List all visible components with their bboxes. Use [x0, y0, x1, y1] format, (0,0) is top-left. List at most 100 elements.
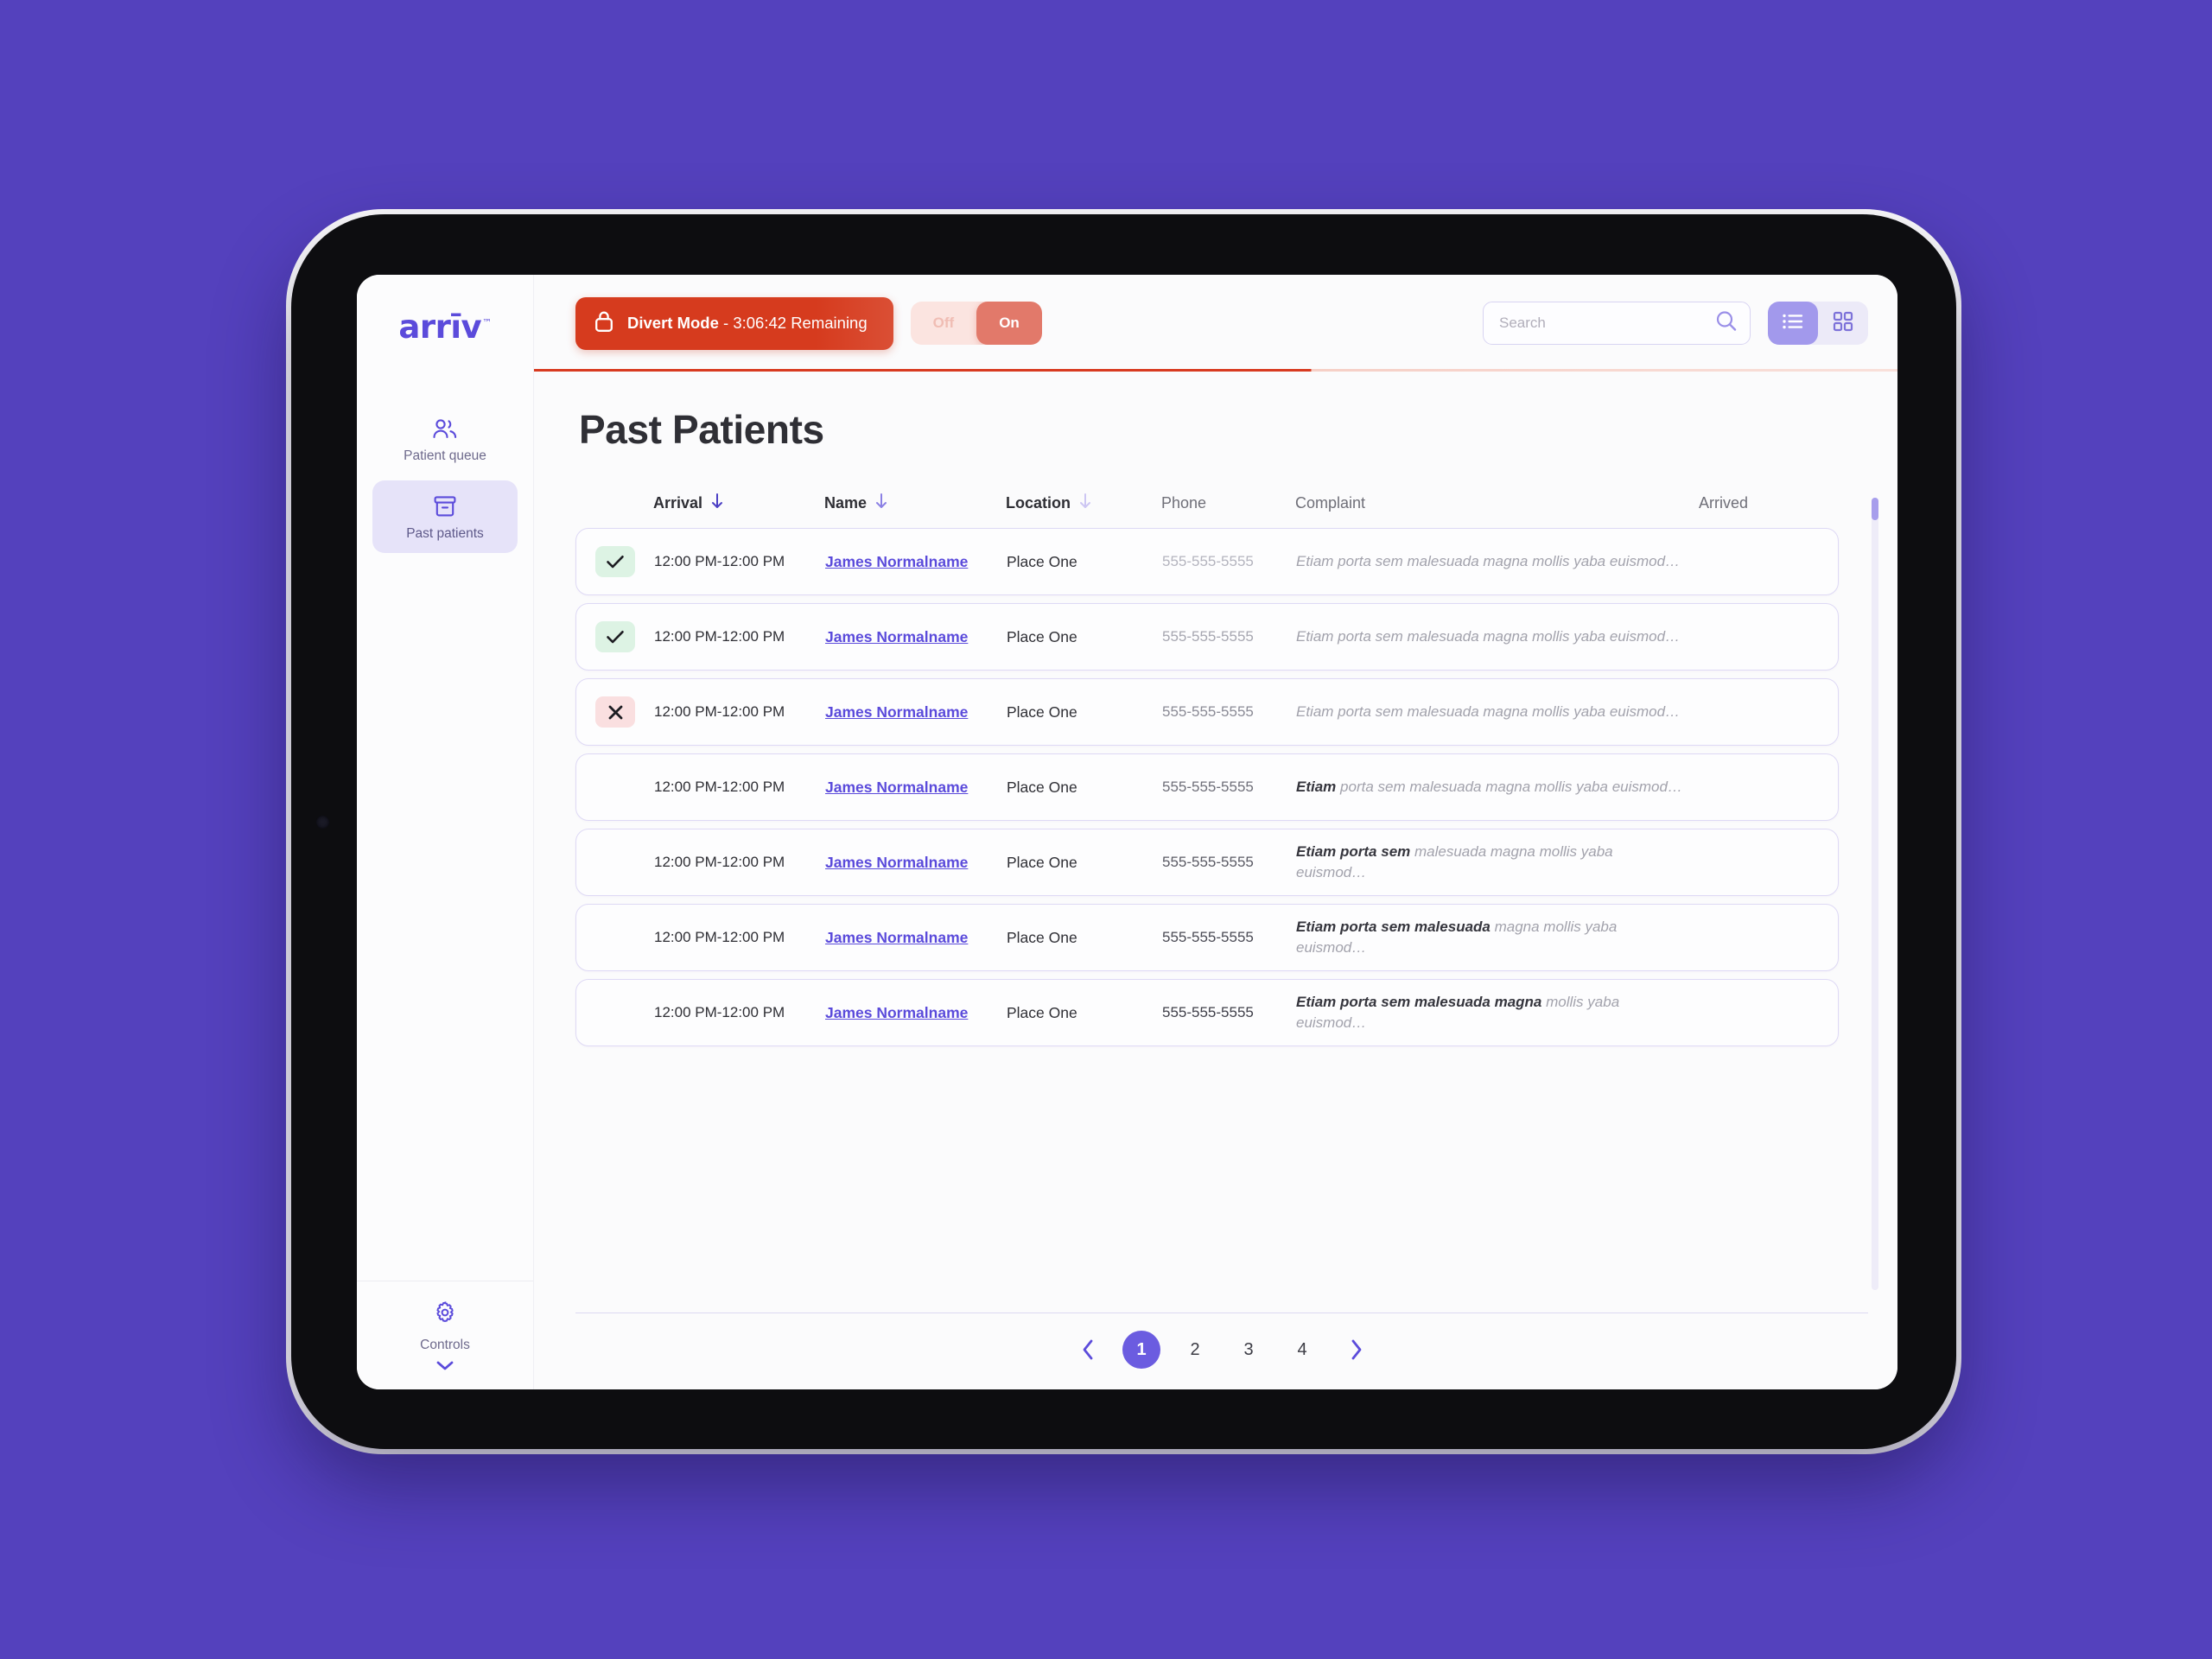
cell-name: James Normalname: [825, 703, 1007, 721]
trademark-symbol: ™: [482, 317, 492, 329]
camera-icon: [316, 816, 329, 829]
cell-location: Place One: [1007, 552, 1077, 570]
table-row[interactable]: 12:00 PM-12:00 PM James Normalname Place O…: [575, 528, 1839, 595]
search-field: [1483, 302, 1751, 345]
cell-phone: 555-555-5555: [1162, 854, 1254, 870]
sidebar-item-label: Patient queue: [404, 448, 486, 463]
column-header-arrival[interactable]: Arrival: [653, 493, 824, 514]
pagination: 1234: [575, 1313, 1868, 1389]
sort-arrow-down-icon: [1078, 493, 1092, 514]
cell-location: Place One: [1007, 853, 1077, 871]
cell-status: [595, 997, 654, 1028]
cell-status: [595, 621, 654, 652]
cell-location: Place One: [1007, 702, 1077, 721]
sidebar-item-past-patients[interactable]: Past patients: [372, 480, 518, 553]
cell-location: Place One: [1007, 778, 1077, 796]
divert-toggle-off[interactable]: Off: [911, 302, 977, 345]
cell-status: [595, 546, 654, 577]
cell-arrival: 12:00 PM-12:00 PM: [654, 929, 785, 945]
table-scrollbar-thumb[interactable]: [1872, 498, 1878, 520]
cell-complaint: Etiam porta sem malesuada magna mollis y…: [1296, 918, 1618, 956]
cell-name: James Normalname: [825, 854, 1007, 872]
cell-arrival: 12:00 PM-12:00 PM: [654, 779, 785, 795]
patient-name-link[interactable]: James Normalname: [825, 854, 968, 871]
table-row[interactable]: 12:00 PM-12:00 PM James Normalname Place O…: [575, 904, 1839, 971]
cell-phone: 555-555-5555: [1162, 929, 1254, 945]
table-row[interactable]: 12:00 PM-12:00 PM James Normalname Place O…: [575, 678, 1839, 746]
sidebar-footer-label: Controls: [420, 1338, 470, 1352]
cell-arrival: 12:00 PM-12:00 PM: [654, 703, 785, 720]
search-input[interactable]: [1483, 302, 1751, 345]
cell-arrival: 12:00 PM-12:00 PM: [654, 1004, 785, 1020]
divert-mode-banner[interactable]: Divert Mode - 3:06:42 Remaining: [575, 296, 893, 350]
cell-name: James Normalname: [825, 553, 1007, 571]
pagination-prev-button[interactable]: [1069, 1331, 1107, 1369]
column-header-complaint: Complaint: [1295, 494, 1366, 512]
status-empty: [595, 847, 635, 878]
sort-arrow-down-icon: [710, 493, 724, 514]
table-row[interactable]: 12:00 PM-12:00 PM James Normalname Place O…: [575, 829, 1839, 896]
cell-status: [595, 847, 654, 878]
patient-name-link[interactable]: James Normalname: [825, 779, 968, 796]
logo-text: arrīv: [398, 308, 482, 346]
check-icon: [595, 621, 635, 652]
app-screen: arrīv™ Patient queue Past patients Contr…: [357, 275, 1897, 1389]
content-area: Past Patients Arrival Name Location Phon…: [534, 372, 1897, 1389]
cell-complaint: Etiam porta sem malesuada magna mollis y…: [1296, 993, 1620, 1031]
archive-icon: [433, 494, 457, 518]
sidebar-item-patient-queue[interactable]: Patient queue: [372, 404, 518, 475]
table-scrollbar[interactable]: [1872, 498, 1878, 1290]
cell-status: [595, 772, 654, 803]
table-body: 12:00 PM-12:00 PM James Normalname Place O…: [575, 528, 1868, 1046]
patient-name-link[interactable]: James Normalname: [825, 703, 968, 721]
cell-arrival: 12:00 PM-12:00 PM: [654, 854, 785, 870]
patient-name-link[interactable]: James Normalname: [825, 929, 968, 946]
top-bar: Divert Mode - 3:06:42 Remaining Off On: [534, 275, 1897, 372]
cell-complaint: Etiam porta sem malesuada magna mollis y…: [1296, 552, 1681, 569]
cell-phone: 555-555-5555: [1162, 553, 1254, 569]
patient-name-link[interactable]: James Normalname: [825, 628, 968, 645]
cell-complaint: Etiam porta sem malesuada magna mollis y…: [1296, 627, 1681, 645]
pagination-page-4[interactable]: 4: [1283, 1331, 1321, 1369]
divert-toggle[interactable]: Off On: [910, 302, 1042, 345]
sidebar-nav: Patient queue Past patients: [357, 372, 533, 1281]
table-header-row: Arrival Name Location Phone Complaint Ar…: [575, 493, 1839, 528]
cross-icon: [595, 696, 635, 728]
divert-toggle-on[interactable]: On: [976, 302, 1042, 345]
column-header-location[interactable]: Location: [1006, 493, 1161, 514]
patient-name-link[interactable]: James Normalname: [825, 1004, 968, 1021]
view-mode-toggle: [1768, 302, 1868, 345]
sidebar-item-controls[interactable]: Controls: [357, 1281, 533, 1389]
pagination-next-button[interactable]: [1337, 1331, 1375, 1369]
divert-mode-label: Divert Mode: [627, 314, 719, 332]
cell-location: Place One: [1007, 1003, 1077, 1021]
grid-view-button[interactable]: [1818, 302, 1868, 345]
column-header-name[interactable]: Name: [824, 493, 1006, 514]
list-view-button[interactable]: [1768, 302, 1818, 345]
cell-phone: 555-555-5555: [1162, 1004, 1254, 1020]
sidebar: arrīv™ Patient queue Past patients Contr…: [357, 275, 534, 1389]
status-empty: [595, 772, 635, 803]
pagination-page-3[interactable]: 3: [1230, 1331, 1268, 1369]
patients-table: Arrival Name Location Phone Complaint Ar…: [534, 493, 1897, 1297]
table-row[interactable]: 12:00 PM-12:00 PM James Normalname Place O…: [575, 753, 1839, 821]
status-empty: [595, 997, 635, 1028]
cell-phone: 555-555-5555: [1162, 703, 1254, 720]
patient-name-link[interactable]: James Normalname: [825, 553, 968, 570]
cell-name: James Normalname: [825, 929, 1007, 947]
pagination-page-1[interactable]: 1: [1122, 1331, 1160, 1369]
lock-icon: [594, 310, 613, 337]
list-icon: [1782, 313, 1804, 334]
cell-location: Place One: [1007, 928, 1077, 946]
table-row[interactable]: 12:00 PM-12:00 PM James Normalname Place O…: [575, 979, 1839, 1046]
chevron-down-icon[interactable]: [435, 1360, 454, 1376]
table-row[interactable]: 12:00 PM-12:00 PM James Normalname Place O…: [575, 603, 1839, 671]
cell-arrival: 12:00 PM-12:00 PM: [654, 628, 785, 645]
cell-status: [595, 696, 654, 728]
pagination-page-2[interactable]: 2: [1176, 1331, 1214, 1369]
page-title: Past Patients: [579, 407, 824, 452]
cell-location: Place One: [1007, 627, 1077, 645]
divert-mode-timer: - 3:06:42 Remaining: [718, 314, 868, 332]
sort-arrow-down-icon: [874, 493, 888, 514]
app-logo: arrīv™: [357, 275, 533, 372]
